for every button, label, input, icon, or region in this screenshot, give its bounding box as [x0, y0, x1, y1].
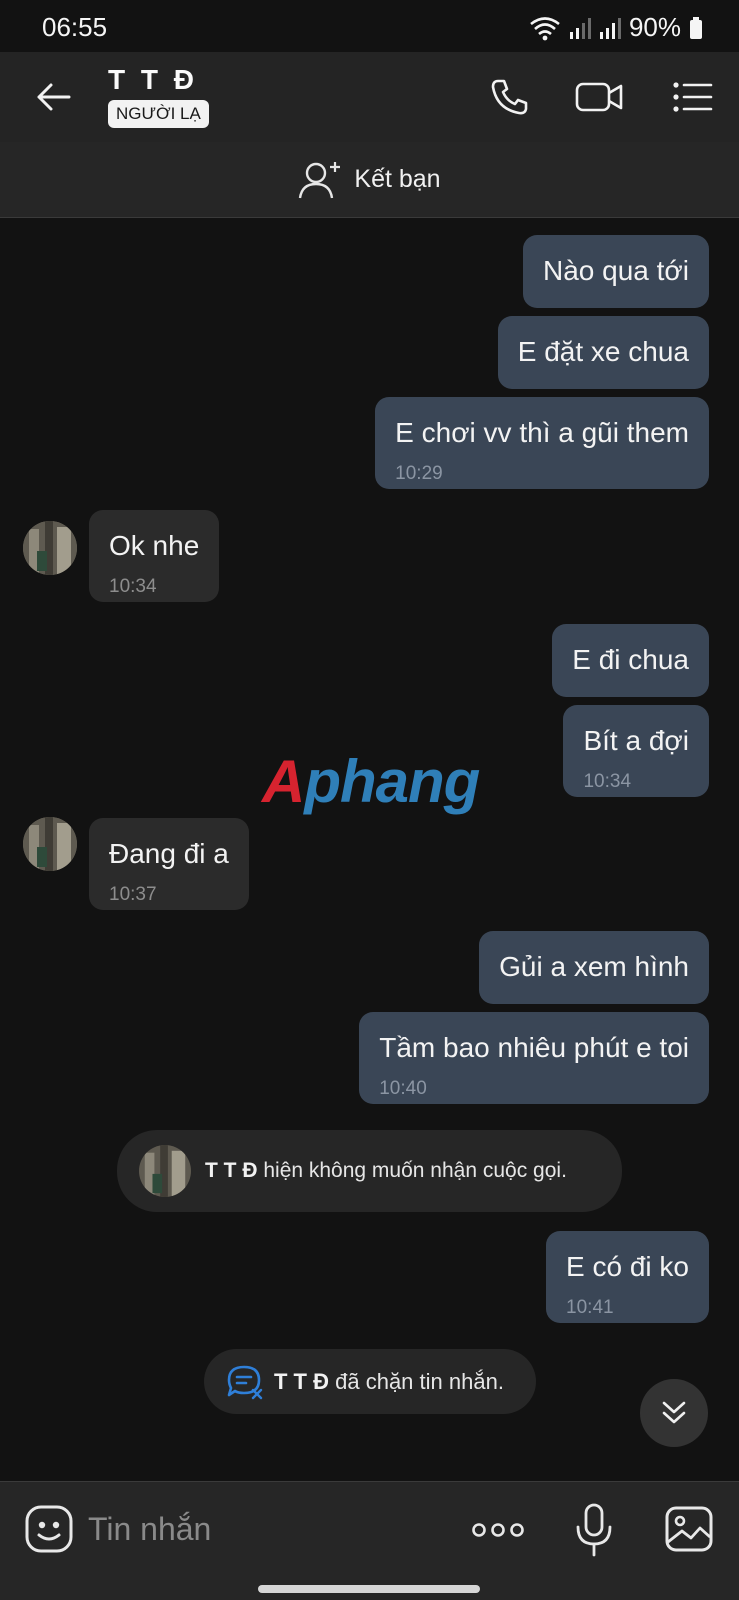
avatar-photo	[23, 817, 77, 871]
message-text: E đặt xe chua	[517, 336, 689, 367]
watermark-logo: Aphang	[262, 748, 480, 815]
message-bubble[interactable]: E đi chua	[552, 624, 709, 697]
status-time: 06:55	[42, 12, 108, 42]
call-blocked-notice: T T Đ hiện không muốn nhận cuộc gọi.	[117, 1130, 622, 1212]
notice-text: hiện không muốn nhận cuộc gọi.	[263, 1159, 567, 1182]
message-text: Nào qua tới	[542, 255, 689, 286]
signal-icon-1	[569, 16, 591, 40]
message-time: 10:34	[109, 576, 157, 597]
message-text: E có đi ko	[566, 1251, 689, 1282]
image-picker-button[interactable]	[664, 1504, 714, 1554]
message-bubble[interactable]: E đặt xe chua	[497, 316, 709, 389]
notice-text: đã chặn tin nhắn.	[335, 1368, 504, 1394]
contact-avatar[interactable]	[23, 817, 77, 871]
message-time: 10:37	[109, 884, 157, 905]
message-blocked-notice: T T Đ đã chặn tin nhắn.	[204, 1349, 536, 1414]
back-button[interactable]	[28, 72, 78, 122]
add-friend-button[interactable]: Kết bạn	[0, 142, 739, 218]
status-bar: 06:55 90%	[0, 0, 739, 52]
chat-history[interactable]: Nào qua tới E đặt xe chua E chơi vv thì …	[0, 219, 739, 1481]
contact-name[interactable]: T T Đ	[108, 64, 198, 96]
image-gallery-icon	[665, 1506, 713, 1552]
message-text: Tầm bao nhiêu phút e toi	[379, 1032, 689, 1063]
message-input[interactable]	[88, 1502, 438, 1556]
emoji-button[interactable]	[24, 1504, 74, 1554]
message-text: Bít a đợi	[583, 725, 689, 756]
add-friend-label: Kết bạn	[354, 165, 441, 193]
blocked-chat-icon	[227, 1365, 263, 1399]
avatar-photo	[139, 1145, 191, 1197]
message-text: E đi chua	[572, 644, 689, 675]
message-text: E chơi vv thì a gũi them	[395, 417, 689, 448]
double-chevron-down-icon	[662, 1401, 686, 1424]
message-bubble[interactable]: Tầm bao nhiêu phút e toi 10:40	[359, 1012, 709, 1104]
battery-percent: 90%	[628, 12, 681, 42]
message-text: Gủi a xem hình	[499, 951, 689, 982]
message-bubble[interactable]: Bít a đợi 10:34	[563, 705, 709, 797]
video-camera-icon	[575, 82, 623, 112]
list-menu-icon	[673, 82, 713, 112]
more-dots-icon	[472, 1523, 524, 1537]
avatar-photo	[23, 521, 77, 575]
signal-icon-2	[599, 16, 621, 40]
chat-header: T T Đ NGƯỜI LẠ	[0, 52, 739, 142]
message-bubble[interactable]: E có đi ko 10:41	[546, 1231, 709, 1323]
home-indicator[interactable]	[258, 1585, 480, 1593]
message-bubble[interactable]: Ok nhe 10:34	[89, 510, 220, 602]
message-time: 10:41	[566, 1297, 614, 1318]
message-time: 10:40	[379, 1078, 427, 1099]
back-arrow-icon	[37, 83, 71, 111]
phone-icon	[491, 79, 528, 115]
video-call-button[interactable]	[574, 72, 624, 122]
message-bubble[interactable]: E chơi vv thì a gũi them 10:29	[375, 397, 709, 489]
voice-message-button[interactable]	[572, 1502, 616, 1558]
stranger-badge: NGƯỜI LẠ	[108, 100, 209, 128]
add-user-icon	[299, 161, 341, 198]
contact-avatar	[139, 1145, 191, 1197]
message-text: Ok nhe	[109, 530, 200, 561]
status-icons: 90%	[529, 12, 703, 43]
scroll-to-bottom-button[interactable]	[640, 1379, 708, 1447]
sticker-emoji-icon	[25, 1505, 73, 1553]
message-bubble[interactable]: Nào qua tới	[522, 235, 709, 308]
microphone-icon	[576, 1503, 612, 1557]
notice-contact-name: T T Đ	[274, 1368, 329, 1394]
voice-call-button[interactable]	[484, 72, 534, 122]
battery-icon	[689, 16, 703, 40]
contact-avatar[interactable]	[23, 521, 77, 575]
wifi-icon	[529, 15, 561, 41]
message-bubble[interactable]: Đang đi a 10:37	[89, 818, 249, 910]
options-menu-button[interactable]	[668, 72, 718, 122]
more-options-button[interactable]	[470, 1512, 526, 1548]
message-time: 10:29	[395, 463, 443, 484]
message-bubble[interactable]: Gủi a xem hình	[479, 931, 709, 1004]
notice-contact-name: T T Đ	[205, 1159, 258, 1182]
message-composer	[0, 1481, 739, 1600]
message-text: Đang đi a	[109, 838, 229, 869]
message-time: 10:34	[583, 771, 632, 792]
